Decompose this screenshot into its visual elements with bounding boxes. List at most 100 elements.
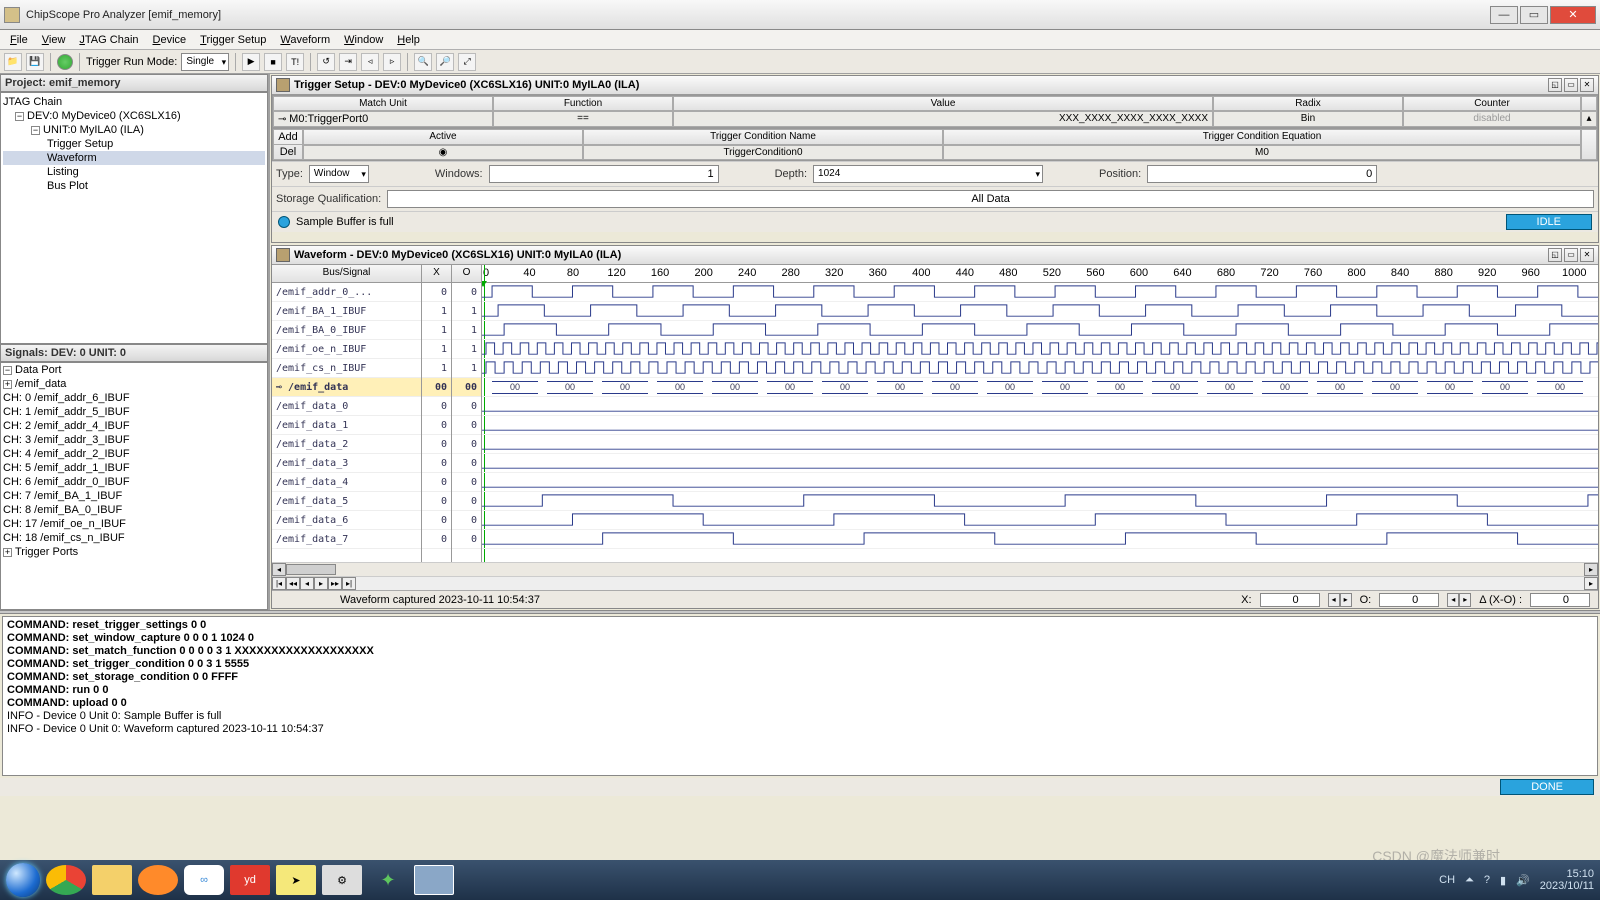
start-button[interactable]: [6, 863, 40, 897]
explorer-icon[interactable]: [92, 865, 132, 895]
waveform-lane[interactable]: [482, 435, 1598, 454]
fit-icon[interactable]: ⤢: [458, 53, 476, 71]
windows-input[interactable]: [489, 165, 719, 183]
signal-row[interactable]: /emif_data_3: [272, 454, 421, 473]
volume-icon[interactable]: 🔊: [1516, 874, 1530, 887]
signal-row[interactable]: /emif_addr_0_...: [272, 283, 421, 302]
clock-date[interactable]: 2023/10/11: [1540, 880, 1594, 892]
waveform-nav[interactable]: |◂◂◂◂▸▸▸▸|▸: [272, 576, 1598, 590]
radix-cell[interactable]: Bin: [1213, 111, 1403, 127]
signals-tree[interactable]: −Data Port +/emif_data CH: 0 /emif_addr_…: [0, 362, 268, 610]
waveform-lane[interactable]: [482, 397, 1598, 416]
project-tree[interactable]: JTAG Chain −DEV:0 MyDevice0 (XC6SLX16) −…: [0, 92, 268, 344]
console-log[interactable]: COMMAND: reset_trigger_settings 0 0COMMA…: [2, 616, 1598, 776]
stop-icon[interactable]: ■: [264, 53, 282, 71]
menu-device[interactable]: Device: [147, 32, 193, 48]
signal-channel[interactable]: CH: 5 /emif_addr_1_IBUF: [1, 461, 267, 475]
signal-row[interactable]: /emif_data_6: [272, 511, 421, 530]
goto-icon[interactable]: ⇥: [339, 53, 357, 71]
wechat-icon[interactable]: ✦: [368, 865, 408, 895]
panel-dock-icon[interactable]: ◱: [1548, 248, 1562, 262]
cond-eq-cell[interactable]: M0: [943, 145, 1581, 161]
reset-icon[interactable]: ↺: [317, 53, 335, 71]
help-icon[interactable]: ?: [1484, 874, 1490, 886]
maximize-button[interactable]: ▭: [1520, 6, 1548, 24]
next-icon[interactable]: ▹: [383, 53, 401, 71]
signal-row[interactable]: /emif_data_0: [272, 397, 421, 416]
waveform-lane[interactable]: [482, 283, 1598, 302]
menu-waveform[interactable]: Waveform: [274, 32, 336, 48]
media-icon[interactable]: [138, 865, 178, 895]
ime-indicator[interactable]: CH: [1439, 874, 1455, 886]
waveform-lane[interactable]: 0000000000000000000000000000000000000000: [482, 378, 1598, 397]
arm-trigger-button[interactable]: [57, 54, 73, 70]
signal-channel[interactable]: CH: 2 /emif_addr_4_IBUF: [1, 419, 267, 433]
open-icon[interactable]: 📁: [4, 53, 22, 71]
unit-node[interactable]: −UNIT:0 MyILA0 (ILA): [3, 123, 265, 137]
o-next-icon[interactable]: ▸: [1459, 593, 1471, 607]
add-button[interactable]: Add: [274, 130, 302, 145]
trigger-ports-node[interactable]: +Trigger Ports: [1, 545, 267, 559]
gear-app-icon[interactable]: ⚙: [322, 865, 362, 895]
signal-row[interactable]: /emif_data_2: [272, 435, 421, 454]
taskbar[interactable]: ∞ yd ➤ ⚙ ✦ CH ⏶ ? ▮ 🔊 15:102023/10/11: [0, 860, 1600, 900]
play-icon[interactable]: ▶: [242, 53, 260, 71]
o-prev-icon[interactable]: ◂: [1447, 593, 1459, 607]
storage-input[interactable]: [387, 190, 1594, 208]
waveform-lane[interactable]: [482, 473, 1598, 492]
menu-view[interactable]: View: [36, 32, 72, 48]
menu-jtag-chain[interactable]: JTAG Chain: [73, 32, 144, 48]
match-unit-cell[interactable]: ⊸ M0:TriggerPort0: [273, 111, 493, 127]
panel-max-icon[interactable]: ▭: [1564, 248, 1578, 262]
menu-help[interactable]: Help: [391, 32, 426, 48]
waveform-lane[interactable]: [482, 492, 1598, 511]
panel-dock-icon[interactable]: ◱: [1548, 78, 1562, 92]
x-value[interactable]: 0: [1260, 593, 1320, 607]
device-node[interactable]: −DEV:0 MyDevice0 (XC6SLX16): [3, 109, 265, 123]
signal-channel[interactable]: CH: 4 /emif_addr_2_IBUF: [1, 447, 267, 461]
data-port-node[interactable]: −Data Port: [1, 363, 267, 377]
signal-channel[interactable]: CH: 0 /emif_addr_6_IBUF: [1, 391, 267, 405]
minimize-button[interactable]: —: [1490, 6, 1518, 24]
signal-row[interactable]: /emif_data_4: [272, 473, 421, 492]
del-button[interactable]: Del: [274, 145, 302, 159]
cloud-icon[interactable]: ∞: [184, 865, 224, 895]
waveform-lane[interactable]: [482, 416, 1598, 435]
zoom-out-icon[interactable]: 🔎: [436, 53, 454, 71]
cond-name-cell[interactable]: TriggerCondition0: [583, 145, 943, 161]
waveform-lane[interactable]: [482, 511, 1598, 530]
waveform-lane[interactable]: [482, 359, 1598, 378]
time-ruler[interactable]: 0408012016020024028032036040044048052056…: [482, 265, 1598, 283]
waveform-lane[interactable]: [482, 321, 1598, 340]
emif-data-node[interactable]: +/emif_data: [1, 377, 267, 391]
chipscope-taskbar-icon[interactable]: [414, 865, 454, 895]
signal-channel[interactable]: CH: 8 /emif_BA_0_IBUF: [1, 503, 267, 517]
panel-close-icon[interactable]: ✕: [1580, 78, 1594, 92]
clock-time[interactable]: 15:10: [1566, 868, 1594, 880]
save-icon[interactable]: 💾: [26, 53, 44, 71]
function-cell[interactable]: ==: [493, 111, 673, 127]
name-hscroll[interactable]: ◂▸: [272, 562, 1598, 576]
signal-row[interactable]: /emif_data_7: [272, 530, 421, 549]
signal-channel[interactable]: CH: 17 /emif_oe_n_IBUF: [1, 517, 267, 531]
signal-row[interactable]: /emif_data_5: [272, 492, 421, 511]
signal-row[interactable]: /emif_data_1: [272, 416, 421, 435]
project-node-bus-plot[interactable]: Bus Plot: [3, 179, 265, 193]
project-node-trigger-setup[interactable]: Trigger Setup: [3, 137, 265, 151]
close-button[interactable]: ✕: [1550, 6, 1596, 24]
waveform-lane[interactable]: [482, 454, 1598, 473]
signal-channel[interactable]: CH: 18 /emif_cs_n_IBUF: [1, 531, 267, 545]
signal-row[interactable]: /emif_BA_1_IBUF: [272, 302, 421, 321]
signal-channel[interactable]: CH: 1 /emif_addr_5_IBUF: [1, 405, 267, 419]
trigger-run-mode-select[interactable]: Single: [181, 53, 229, 71]
waveform-plot[interactable]: 0408012016020024028032036040044048052056…: [482, 265, 1598, 562]
type-select[interactable]: Window: [309, 165, 369, 183]
signal-channel[interactable]: CH: 7 /emif_BA_1_IBUF: [1, 489, 267, 503]
signal-row[interactable]: /emif_oe_n_IBUF: [272, 340, 421, 359]
depth-select[interactable]: 1024: [813, 165, 1043, 183]
zoom-in-icon[interactable]: 🔍: [414, 53, 432, 71]
project-node-listing[interactable]: Listing: [3, 165, 265, 179]
value-cell[interactable]: XXX_XXXX_XXXX_XXXX_XXXX: [673, 111, 1213, 127]
menu-trigger-setup[interactable]: Trigger Setup: [194, 32, 272, 48]
jtag-chain-node[interactable]: JTAG Chain: [3, 95, 265, 109]
